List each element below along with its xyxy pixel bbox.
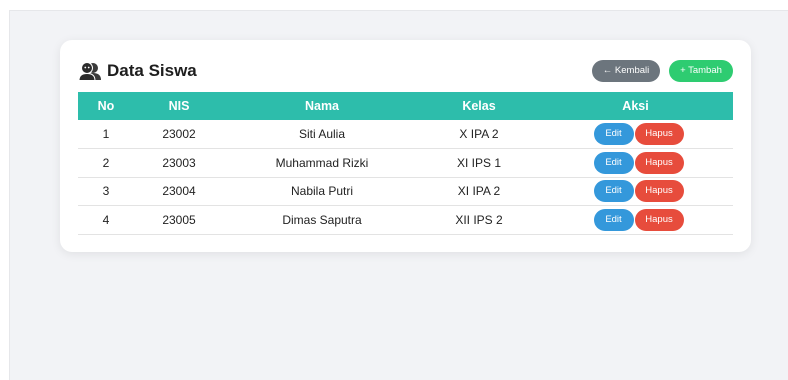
edit-button[interactable]: Edit — [593, 123, 634, 145]
cell-aksi: Edit Hapus — [538, 120, 733, 149]
row-actions: Edit Hapus — [538, 123, 733, 145]
cell-kelas: XI IPS 1 — [456, 155, 502, 170]
row-actions: Edit Hapus — [538, 180, 733, 203]
cell-nis: 23003 — [162, 155, 196, 170]
column-header-nis: NIS — [168, 99, 190, 113]
cell-no: 4 — [102, 212, 110, 227]
cell-no: 1 — [102, 127, 110, 141]
delete-button[interactable]: Hapus — [634, 180, 684, 203]
column-header-aksi: Aksi — [622, 99, 649, 113]
cell-nama: Nabila Putri — [290, 184, 354, 199]
delete-button[interactable]: Hapus — [634, 151, 684, 174]
table-header: No NIS Nama Kelas Aksi — [78, 92, 733, 120]
cell-no: 3 — [102, 184, 110, 199]
table-row: 2 23003 Muhammad Rizki XI IPS 1 Edit Hap… — [78, 149, 733, 178]
cell-kelas: XI IPA 2 — [457, 184, 501, 199]
column-header-kelas: Kelas — [462, 99, 496, 113]
cell-kelas: X IPA 2 — [459, 127, 499, 141]
header-actions: ← Kembali + Tambah — [592, 60, 733, 82]
edit-button[interactable]: Edit — [593, 180, 634, 203]
cell-no: 2 — [102, 155, 110, 170]
page-title: Data Siswa — [107, 61, 197, 80]
table-row: 4 23005 Dimas Saputra XII IPS 2 Edit Hap… — [78, 206, 733, 235]
cell-nama: Muhammad Rizki — [275, 155, 369, 170]
people-icon — [78, 61, 101, 81]
row-actions: Edit Hapus — [538, 151, 733, 174]
table-header-row: No NIS Nama Kelas Aksi — [78, 92, 733, 120]
cell-aksi: Edit Hapus — [538, 149, 733, 178]
delete-button[interactable]: Hapus — [634, 123, 684, 145]
column-header-nama: Nama — [304, 99, 340, 113]
student-table: No NIS Nama Kelas Aksi 1 23002 Siti Auli… — [78, 92, 733, 235]
cell-aksi: Edit Hapus — [538, 206, 733, 235]
edit-button[interactable]: Edit — [593, 151, 634, 174]
column-header-no: No — [97, 99, 115, 113]
table-body: 1 23002 Siti Aulia X IPA 2 Edit Hapus 2 … — [78, 120, 733, 234]
cell-nis: 23005 — [162, 212, 196, 227]
cell-nis: 23004 — [162, 184, 196, 199]
cell-nama: Dimas Saputra — [282, 212, 362, 227]
cell-kelas: XII IPS 2 — [455, 212, 503, 227]
cell-nis: 23002 — [162, 127, 196, 141]
add-student-button[interactable]: + Tambah — [669, 60, 733, 82]
back-button[interactable]: ← Kembali — [592, 60, 660, 82]
row-actions: Edit Hapus — [538, 208, 733, 231]
title-wrap: Data Siswa — [78, 61, 197, 81]
delete-button[interactable]: Hapus — [634, 208, 684, 231]
cell-aksi: Edit Hapus — [538, 177, 733, 206]
student-data-card: Data Siswa ← Kembali + Tambah No NIS Nam… — [60, 40, 751, 252]
table-row: 1 23002 Siti Aulia X IPA 2 Edit Hapus — [78, 120, 733, 149]
cell-nama: Siti Aulia — [298, 127, 346, 141]
table-row: 3 23004 Nabila Putri XI IPA 2 Edit Hapus — [78, 177, 733, 206]
edit-button[interactable]: Edit — [593, 208, 634, 231]
card-header: Data Siswa ← Kembali + Tambah — [78, 59, 733, 83]
